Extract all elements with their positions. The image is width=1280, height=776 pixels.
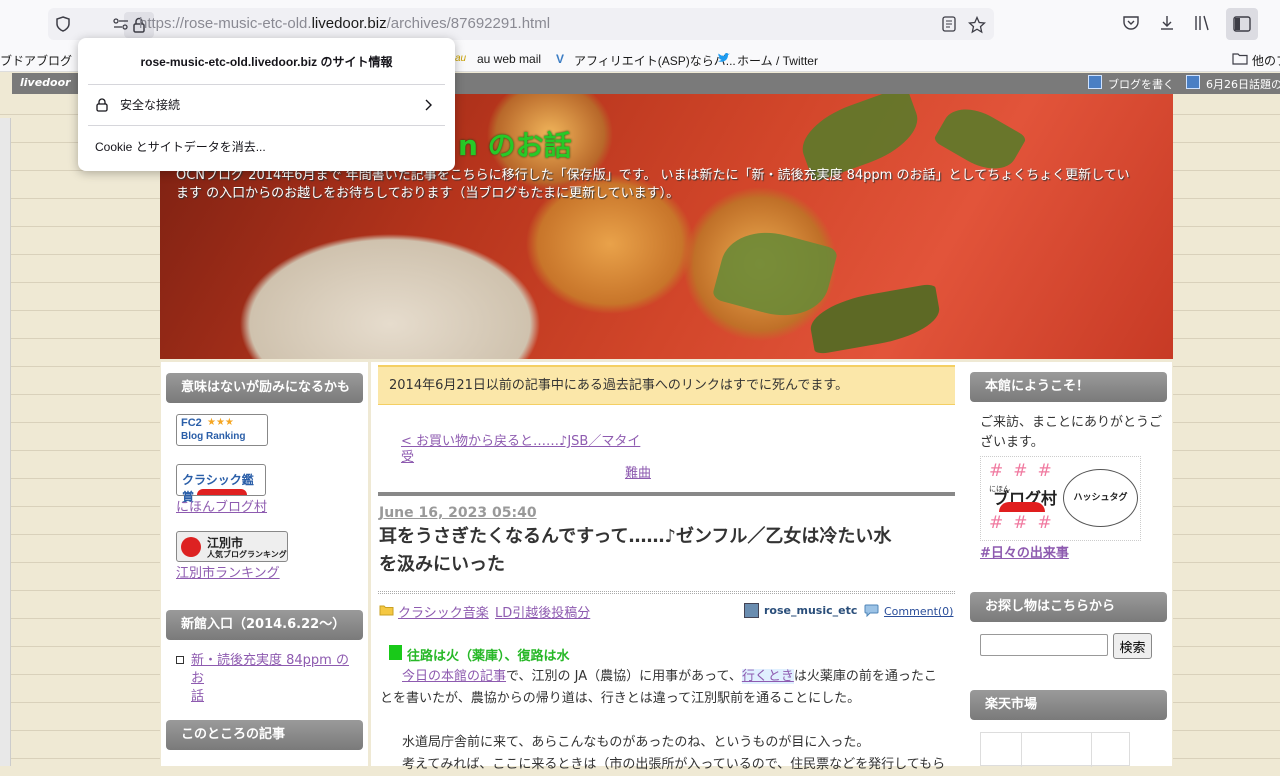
write-blog-link[interactable]: ブログを書く [1108,76,1174,92]
ebetsu-ranking-banner[interactable]: 江別市 人気ブログランキング [176,531,288,562]
category-classical-link[interactable]: クラシック音楽 [398,602,489,621]
blog-search-input[interactable] [980,634,1108,656]
bookmark-star-icon[interactable] [967,15,987,34]
blog-description: OCNブログ 2014年6月まで 年間書いた記事をこちらに移行した「保存版」です… [176,168,1130,201]
header-leaf [806,283,944,355]
nihon-logo-icon [999,502,1045,512]
lock-icon [96,98,108,112]
livedoor-logo[interactable]: livedoor [20,76,71,89]
widget-divider [1021,733,1022,767]
hash-marks-bottom: ### [989,513,1062,533]
shield-icon[interactable] [54,16,72,34]
widget-divider [1091,733,1092,767]
site-info-popup: rose-music-etc-old.livedoor.biz のサイト情報 安… [78,38,455,171]
post-divider [378,492,955,496]
folder-icon [1232,52,1248,68]
topic-link[interactable]: 6月26日話題の [1206,76,1280,92]
nihon-blog-link[interactable]: にほんブログ村 [176,496,267,515]
rakuten-widget[interactable] [980,732,1130,767]
popup-divider [88,84,445,85]
url-bar[interactable]: https://rose-music-etc-old.livedoor.biz/… [48,8,994,40]
fc2-ranking-banner[interactable]: FC2 ★★★ Blog Ranking [176,414,268,446]
page-background-left [0,94,160,766]
nihon-logo-icon [197,489,247,495]
header-leaf [711,221,839,327]
search-box-title: お探し物はこちらから [970,592,1167,622]
reader-view-icon[interactable] [940,16,958,34]
sidebar-icon [1233,16,1251,32]
previous-post-link[interactable]: < お買い物から戻ると……♪JSB／マタイ受 難曲 [401,434,651,482]
calendar-icon [1186,75,1200,89]
recent-posts-box-title: このところの記事 [166,720,363,750]
blog-search-button[interactable]: 検索 [1113,633,1152,659]
title-divider [378,591,955,594]
chevron-right-icon [425,99,432,111]
au-icon: au [455,53,467,64]
going-post-link[interactable]: 行くとき [741,669,794,684]
post-title: 耳をうさぎたくなるんですって……♪ゼンフル／乙女は冷たい水 を汲みにいった [379,526,892,575]
twitter-icon [717,52,731,67]
bullet-icon [176,656,184,664]
sidebar-toggle-button[interactable] [1226,8,1258,40]
affiliate-icon: V [556,52,565,66]
downloads-icon[interactable] [1157,14,1177,34]
secure-connection-row[interactable]: 安全な接続 [88,89,445,121]
heading-marker [389,645,402,660]
classic-ranking-banner[interactable]: クラシック鑑賞 [176,464,266,504]
post-paragraph-1: 今日の本館の記事で、江別の JA（農協）に用事があって、行くときは火薬庫の前を通… [380,669,937,706]
post-paragraph-3: 考えてみれば、ここに来るときは（市の出張所が入っているので、住民票などを発行して… [402,757,946,772]
star-icon: ★★★ [207,417,234,428]
comment-bubble-icon [864,604,879,621]
permissions-icon[interactable] [112,16,130,34]
hashtag-bubble: ハッシュタグ [1063,469,1138,527]
bookmark-affiliate[interactable]: アフィリエイト(ASP)ならバ... [574,52,736,69]
author-name[interactable]: rose_music_etc [764,604,857,617]
page-background-right [1173,94,1280,766]
comment-link[interactable]: Comment(0) [884,605,953,618]
bookmark-au-mail[interactable]: au web mail [477,52,541,66]
popup-divider [88,125,445,126]
post-subheading: 往路は火（薬庫）、復路は水 [407,649,570,664]
post-date[interactable]: June 16, 2023 05:40 [379,505,537,521]
bookmark-twitter[interactable]: ホーム / Twitter [737,52,818,69]
category-ld-link[interactable]: LD引越後投稿分 [495,602,590,621]
ebetsu-ranking-link[interactable]: 江別市ランキング [176,562,280,581]
dead-link-notice: 2014年6月21日以前の記事中にある過去記事へのリンクはすでに死んでます。 [378,365,955,405]
blog-title[interactable]: n のお話 [458,124,572,164]
author-avatar [744,603,759,618]
url-text[interactable]: https://rose-music-etc-old.livedoor.biz/… [139,15,550,32]
page-scrollbar[interactable] [0,118,11,766]
hash-marks-top: ### [989,461,1062,481]
hashtag-banner[interactable]: ### ### にほん ブログ村 ハッシュタグ [980,456,1141,541]
new-blog-box-title: 新館入口（2014.6.22〜） [166,610,363,640]
welcome-box-title: 本館にようこそ！ [970,372,1167,402]
pencil-icon [1088,75,1102,89]
new-blog-link[interactable]: 新・読後充実度 84ppm のお話 [191,652,361,706]
ebetsu-logo-icon [181,537,201,557]
pocket-icon[interactable] [1121,14,1141,34]
welcome-text: ご来訪、まことにありがとうご ざいます。 [980,415,1163,450]
secure-connection-label: 安全な接続 [120,98,181,112]
category-folder-icon [379,604,394,620]
hashtag-daily-link[interactable]: #日々の出来事 [980,542,1069,561]
bookmark-other[interactable]: 他のブ [1252,52,1280,69]
main-blog-post-link[interactable]: 今日の本館の記事 [402,669,506,684]
rakuten-box-title: 楽天市場 [970,690,1167,720]
post-paragraph-2: 水道局庁舎前に来て、あらこんなものがあったのね、というものが目に入った。 [402,735,870,750]
popup-title: rose-music-etc-old.livedoor.biz のサイト情報 [140,55,393,69]
library-icon[interactable] [1193,14,1213,34]
support-box-title: 意味はないが励みになるかも [166,373,363,403]
clear-cookies-button[interactable]: Cookie とサイトデータを消去... [95,131,445,163]
